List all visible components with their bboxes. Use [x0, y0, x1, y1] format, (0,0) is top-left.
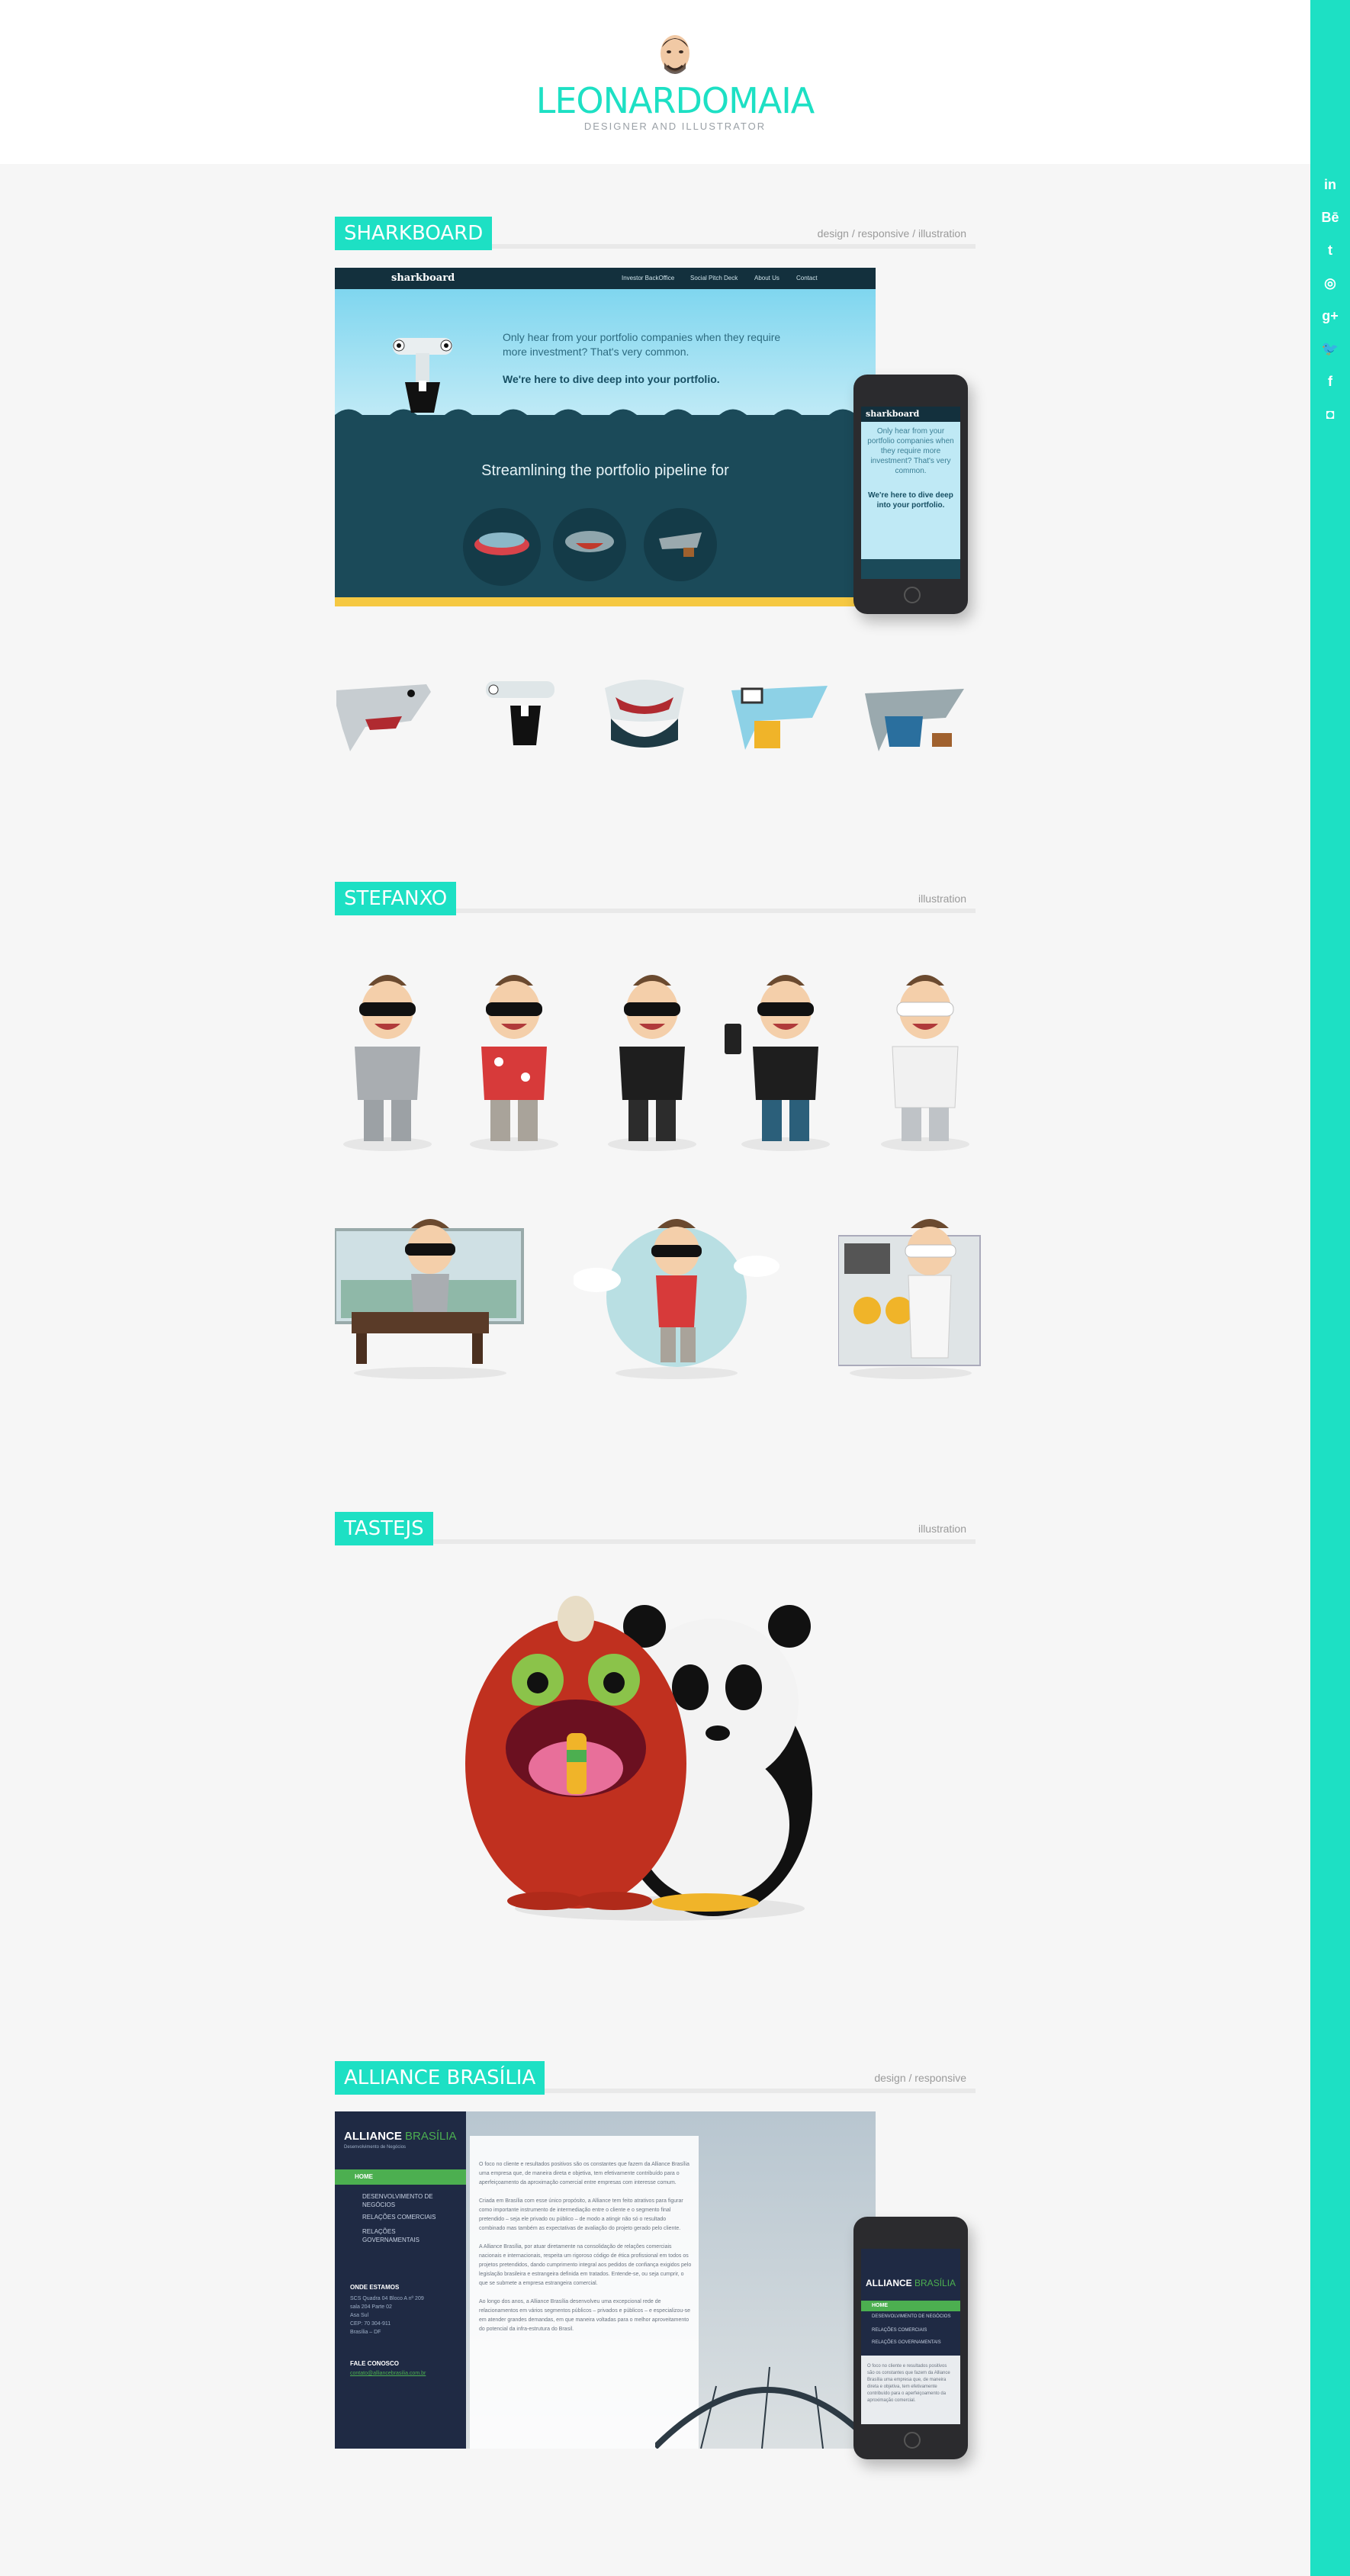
phone-alliance-text: O foco no cliente e resultados positivos…: [867, 2364, 950, 2403]
facebook-icon[interactable]: f: [1310, 374, 1350, 390]
section-tags-tastejs: illustration: [918, 1523, 966, 1535]
stefan-grey-suit-character: [343, 975, 432, 1151]
behance-icon[interactable]: Bē: [1310, 210, 1350, 226]
section-title-sharkboard: SHARKBOARD: [335, 217, 493, 250]
phone-menu-bg: RELAÇÕES COMERCIAIS RELAÇÕES GOVERNAMENT…: [861, 2325, 960, 2356]
section-tags-alliance: design / responsive: [874, 2072, 966, 2084]
linkedin-icon[interactable]: in: [1310, 177, 1350, 193]
tastejs-monster-panda-illustration: [465, 1596, 812, 1921]
sharkboard-desktop-screenshot[interactable]: sharkboard Investor BackOffice Social Pi…: [335, 268, 876, 606]
contact-address: SCS Quadra 04 Bloco A nº 209 sala 204 Pa…: [350, 2296, 424, 2335]
alliance-phone-mockup[interactable]: ALLIANCE BRASÍLIA HOME DESENVOLVIMENTO D…: [853, 2217, 968, 2459]
alliance-sidebar: ALLIANCE BRASÍLIA Desenvolvimento de Neg…: [335, 2111, 466, 2449]
alliance-paragraphs: O foco no cliente e resultados positivos…: [479, 2162, 692, 2332]
menu-item-governamentais[interactable]: RELAÇÕES GOVERNAMENTAIS: [362, 2227, 454, 2244]
stefan-lab-coat-character: [881, 975, 969, 1151]
fale-title: FALE CONOSCO: [350, 2360, 400, 2367]
section-title-stefanxo: STEFANXO: [335, 882, 457, 915]
phone-bold: We're here to dive deep into your portfo…: [868, 491, 953, 510]
category-circle[interactable]: [644, 508, 717, 581]
dribbble-icon[interactable]: ◎: [1310, 275, 1350, 291]
site-tagline: DESIGNER AND ILLUSTRATOR: [583, 121, 767, 132]
phone-menu-negocios[interactable]: DESENVOLVIMENTO DE NEGÓCIOS: [872, 2314, 956, 2319]
contact-email-link[interactable]: contato@alliancebrasilia.com.br: [350, 2371, 426, 2376]
section-tags-sharkboard: design / responsive / illustration: [817, 227, 966, 240]
phone-home-button[interactable]: [904, 2432, 921, 2449]
sharkboard-phone-mockup[interactable]: sharkboard Only hear from your portfolio…: [853, 375, 968, 614]
business-shark-character: [865, 689, 964, 751]
stefan-lab-scene: [838, 1219, 981, 1379]
alliance-desktop-screenshot[interactable]: ALLIANCE BRASÍLIA Desenvolvimento de Neg…: [335, 2111, 876, 2449]
streamline-text: Streamlining the portfolio pipeline for: [481, 462, 729, 479]
menu-item-comerciais[interactable]: RELAÇÕES COMERCIAIS: [362, 2214, 454, 2221]
nav-contact[interactable]: Contact: [796, 275, 818, 281]
hammerhead-shark-illustration: [393, 338, 452, 413]
bridge-arch-illustration: [655, 2366, 876, 2449]
phone-navbar: sharkboard: [861, 407, 960, 422]
contact-title: ONDE ESTAMOS: [350, 2284, 400, 2291]
great-white-character: [605, 680, 684, 748]
menu-item-label: HOME: [355, 2173, 373, 2180]
hero-bold: We're here to dive deep into your portfo…: [503, 373, 720, 385]
hammerhead-character: [486, 681, 554, 745]
stefan-black-shirt-character: [608, 975, 696, 1151]
category-circle[interactable]: [553, 508, 626, 581]
menu-item-negocios[interactable]: DESENVOLVIMENTO DE NEGÓCIOS: [362, 2192, 454, 2209]
phone-logo: sharkboard: [866, 409, 920, 419]
sharkboard-logo[interactable]: sharkboard: [391, 272, 455, 284]
phone-menu-comerciais[interactable]: RELAÇÕES COMERCIAIS: [872, 2328, 956, 2333]
stefan-hawaiian-shirt-character: [470, 975, 558, 1151]
phone-sea: [861, 559, 960, 579]
phone-menu-home[interactable]: HOME: [861, 2301, 960, 2311]
nav-investor[interactable]: Investor BackOffice: [622, 275, 674, 281]
category-circle[interactable]: [463, 508, 541, 586]
instagram-icon[interactable]: ◘: [1310, 407, 1350, 423]
nav-about[interactable]: About Us: [754, 275, 779, 281]
tumblr-icon[interactable]: t: [1310, 243, 1350, 259]
nerd-shark-character: [731, 686, 828, 750]
sharkboard-navbar: sharkboard Investor BackOffice Social Pi…: [335, 268, 876, 289]
phone-text: Only hear from your portfolio companies …: [867, 427, 954, 475]
googleplus-icon[interactable]: g+: [1310, 308, 1350, 324]
section-title-alliance: ALLIANCE BRASÍLIA: [335, 2061, 545, 2095]
site-logo[interactable]: LEONARDOMAIA: [0, 81, 1350, 121]
phone-header: ALLIANCE BRASÍLIA: [861, 2249, 960, 2325]
hero-text: Only hear from your portfolio companies …: [503, 331, 781, 358]
menu-item-label: HOME: [872, 2303, 888, 2308]
phone-alliance-logo: ALLIANCE BRASÍLIA: [866, 2278, 956, 2288]
nav-pitch[interactable]: Social Pitch Deck: [690, 275, 738, 281]
yellow-footer-bar: [335, 597, 876, 606]
alliance-logo[interactable]: ALLIANCE BRASÍLIA: [344, 2130, 457, 2143]
alliance-logo-sub: Desenvolvimento de Negócios: [344, 2145, 407, 2150]
twitter-icon[interactable]: 🐦: [1310, 341, 1350, 357]
site-header: LEONARDOMAIA DESIGNER AND ILLUSTRATOR: [0, 0, 1310, 164]
stefan-beach-scene: [574, 1219, 779, 1379]
stefan-phone-character: [725, 975, 830, 1151]
shark-character: [336, 684, 431, 751]
phone-menu-governamentais[interactable]: RELAÇÕES GOVERNAMENTAIS: [872, 2340, 956, 2345]
section-title-tastejs: TASTEJS: [335, 1512, 433, 1545]
phone-home-button[interactable]: [904, 587, 921, 603]
avatar: [661, 35, 689, 74]
stefan-office-scene: [335, 1219, 524, 1379]
menu-item-home[interactable]: HOME: [335, 2169, 466, 2185]
section-tags-stefanxo: illustration: [918, 892, 966, 905]
